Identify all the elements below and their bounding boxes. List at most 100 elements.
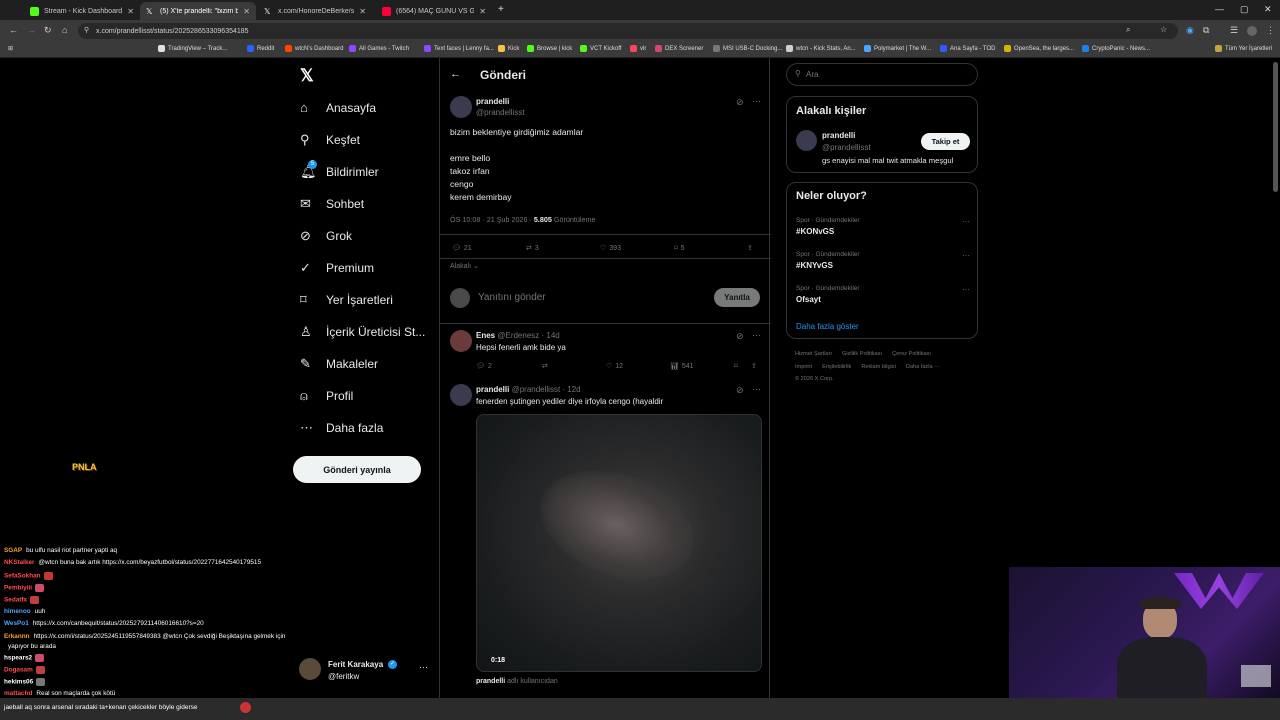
person-avatar[interactable] <box>796 130 817 151</box>
footer-link[interactable]: Gizlilik Politikası <box>842 351 882 357</box>
bookmark-item[interactable]: DEX Screener <box>655 45 703 52</box>
chat-username[interactable]: SefaSokhan <box>4 573 41 580</box>
reply-action[interactable]: 💬︎ 2 <box>476 362 492 371</box>
chat-username[interactable]: Dogasam <box>4 667 33 674</box>
author-avatar[interactable] <box>450 96 472 118</box>
tab-youtube[interactable]: (6564) MAÇ GÜNÜ VS GENTLE ✕ <box>376 2 492 20</box>
author-handle[interactable]: @prandellisst <box>476 108 525 117</box>
search-input[interactable]: ⚲ Ara <box>786 63 978 86</box>
nav-chat[interactable]: ✉ Sohbet <box>300 196 364 212</box>
reply-input[interactable]: Yanıtını gönder <box>478 292 546 303</box>
bookmark-item[interactable]: VCT Kickoff <box>580 45 621 52</box>
trend-more-icon[interactable]: ··· <box>962 251 970 260</box>
bookmark-item[interactable]: MSI USB-C Docking... <box>713 45 782 52</box>
chrome-icon[interactable] <box>240 702 251 713</box>
chat-username[interactable]: Pembiyiii <box>4 585 32 592</box>
reply-more-icon[interactable]: ··· <box>752 330 761 340</box>
nav-explore[interactable]: ⚲ Keşfet <box>300 132 360 148</box>
footer-link[interactable]: Çerez Politikası <box>892 351 931 357</box>
footer-link[interactable]: Imprint <box>795 364 812 370</box>
close-tab-icon[interactable]: ✕ <box>479 7 486 16</box>
nav-grok[interactable]: ⊘ Grok <box>300 228 352 244</box>
author-name[interactable]: prandelli <box>476 97 509 106</box>
video-source-author[interactable]: prandelli <box>476 678 505 685</box>
address-bar[interactable]: ⚲ x.com/prandellisst/status/202528653309… <box>78 23 1178 39</box>
views-action[interactable]: 📊︎ 541 <box>670 362 694 371</box>
site-info-icon[interactable]: ⚲ <box>84 26 89 34</box>
bookmark-item[interactable]: All Games - Twitch <box>349 45 409 52</box>
bookmark-item[interactable]: Ana Sayfa - TOD <box>940 45 995 52</box>
nav-articles[interactable]: ✎ Makaleler <box>300 356 378 372</box>
repost-icon[interactable]: ⇄ <box>542 362 548 370</box>
sort-relevant-dropdown[interactable]: Alakalı ⌄ <box>450 262 479 270</box>
bookmark-item[interactable]: Browse | kick <box>527 45 572 52</box>
apps-icon[interactable]: ⊞ <box>8 45 13 52</box>
account-switcher[interactable]: Ferit Karakaya ✓ @feritkw ··· <box>299 658 429 688</box>
maximize-button[interactable]: ▢ <box>1240 4 1249 15</box>
tab-kick-dashboard[interactable]: Stream - Kick Dashboard ✕ <box>24 2 138 20</box>
bookmark-item[interactable]: Reddit <box>247 45 274 52</box>
close-tab-icon[interactable]: ✕ <box>359 7 366 16</box>
bookmark-item[interactable]: vlr <box>630 45 646 52</box>
bookmark-icon[interactable]: ⌑ <box>734 362 738 370</box>
chat-username[interactable]: Erkannn <box>4 633 30 640</box>
bookmark-item[interactable]: wtcN's Dashboard <box>285 45 344 52</box>
reply-button[interactable]: Yanıtla <box>714 288 760 307</box>
trend-more-icon[interactable]: ··· <box>962 285 970 294</box>
show-more-link[interactable]: Daha fazla göster <box>796 322 859 331</box>
zoom-icon[interactable]: ⌕ <box>1126 25 1130 35</box>
reload-icon[interactable]: ↻ <box>44 25 52 36</box>
reply-avatar[interactable] <box>450 384 472 406</box>
nav-more[interactable]: ⋯ Daha fazla <box>300 420 383 436</box>
chat-username[interactable]: hspears2 <box>4 655 32 662</box>
profile-avatar[interactable] <box>1247 26 1257 36</box>
follow-button[interactable]: Takip et <box>921 133 970 150</box>
new-tab-button[interactable]: + <box>498 4 504 15</box>
bookmark-item[interactable]: TradingView – Track... <box>158 45 227 52</box>
nav-premium[interactable]: ✓ Premium <box>300 260 374 276</box>
extensions-puzzle-icon[interactable]: ⧉ <box>1203 25 1209 36</box>
chat-username[interactable]: himenoo <box>4 608 31 615</box>
sidebar-icon[interactable]: ☰ <box>1230 25 1238 36</box>
back-arrow-icon[interactable]: ← <box>450 68 461 80</box>
close-window-button[interactable]: ✕ <box>1264 4 1272 15</box>
page-scrollbar[interactable] <box>1273 62 1278 192</box>
chat-username[interactable]: Sedatfx <box>4 597 27 604</box>
post-button[interactable]: Gönderi yayınla <box>293 456 421 483</box>
person-name[interactable]: prandelli <box>822 131 855 140</box>
close-tab-icon[interactable]: ✕ <box>127 7 134 16</box>
nav-bookmarks[interactable]: ⌑ Yer İşaretleri <box>300 292 393 308</box>
video-player[interactable]: 0:18 <box>476 414 762 672</box>
extension-icon[interactable]: ◉ <box>1186 25 1194 36</box>
bookmark-item[interactable]: Text faces | Lenny fa... <box>424 45 494 52</box>
nav-creator-studio[interactable]: ♙ İçerik Üreticisi St... <box>300 324 425 340</box>
trend-item[interactable]: Spor · Gündemdekiler Ofsayt ··· <box>796 285 970 304</box>
post-more-icon[interactable]: ··· <box>752 96 761 106</box>
repost-action[interactable]: ⇄ 3 <box>526 244 539 253</box>
home-icon[interactable]: ⌂ <box>62 25 67 35</box>
bookmark-item[interactable]: OpenSea, the larges... <box>1004 45 1074 52</box>
reply-avatar[interactable] <box>450 330 472 352</box>
footer-link[interactable]: Erişilebilirlik <box>822 364 851 370</box>
close-tab-icon[interactable]: ✕ <box>243 7 250 16</box>
chat-username[interactable]: WesPo1 <box>4 620 29 627</box>
more-icon[interactable]: ··· <box>419 662 428 672</box>
star-icon[interactable]: ☆ <box>1160 25 1167 34</box>
reply-author[interactable]: Enes <box>476 331 495 340</box>
like-action[interactable]: ♡ 12 <box>606 362 623 371</box>
bookmark-action[interactable]: ⌑ 5 <box>674 244 685 253</box>
chat-username[interactable]: NKStalker <box>4 559 35 566</box>
like-action[interactable]: ♡ 393 <box>600 244 621 253</box>
bookmark-item[interactable]: wtcn - Kick Stats, An... <box>786 45 856 52</box>
grok-icon[interactable]: ⊘ <box>736 385 744 396</box>
trend-item[interactable]: Spor · Gündemdekiler #KONvGS ··· <box>796 217 970 236</box>
footer-link[interactable]: Daha fazla ··· <box>906 364 940 370</box>
chat-username[interactable]: hekims06 <box>4 679 33 686</box>
tab-x-post[interactable]: 𝕏 (5) X'te prandelli: "bizim bekler ✕ <box>140 2 256 20</box>
reply-action[interactable]: 💬︎ 21 <box>452 244 472 253</box>
bookmark-item[interactable]: Polymarket | The W... <box>864 45 931 52</box>
grok-icon[interactable]: ⊘ <box>736 97 744 108</box>
menu-icon[interactable]: ⋮ <box>1266 25 1275 36</box>
x-logo-icon[interactable]: 𝕏 <box>300 66 314 86</box>
footer-link[interactable]: Hizmet Şartları <box>795 351 832 357</box>
